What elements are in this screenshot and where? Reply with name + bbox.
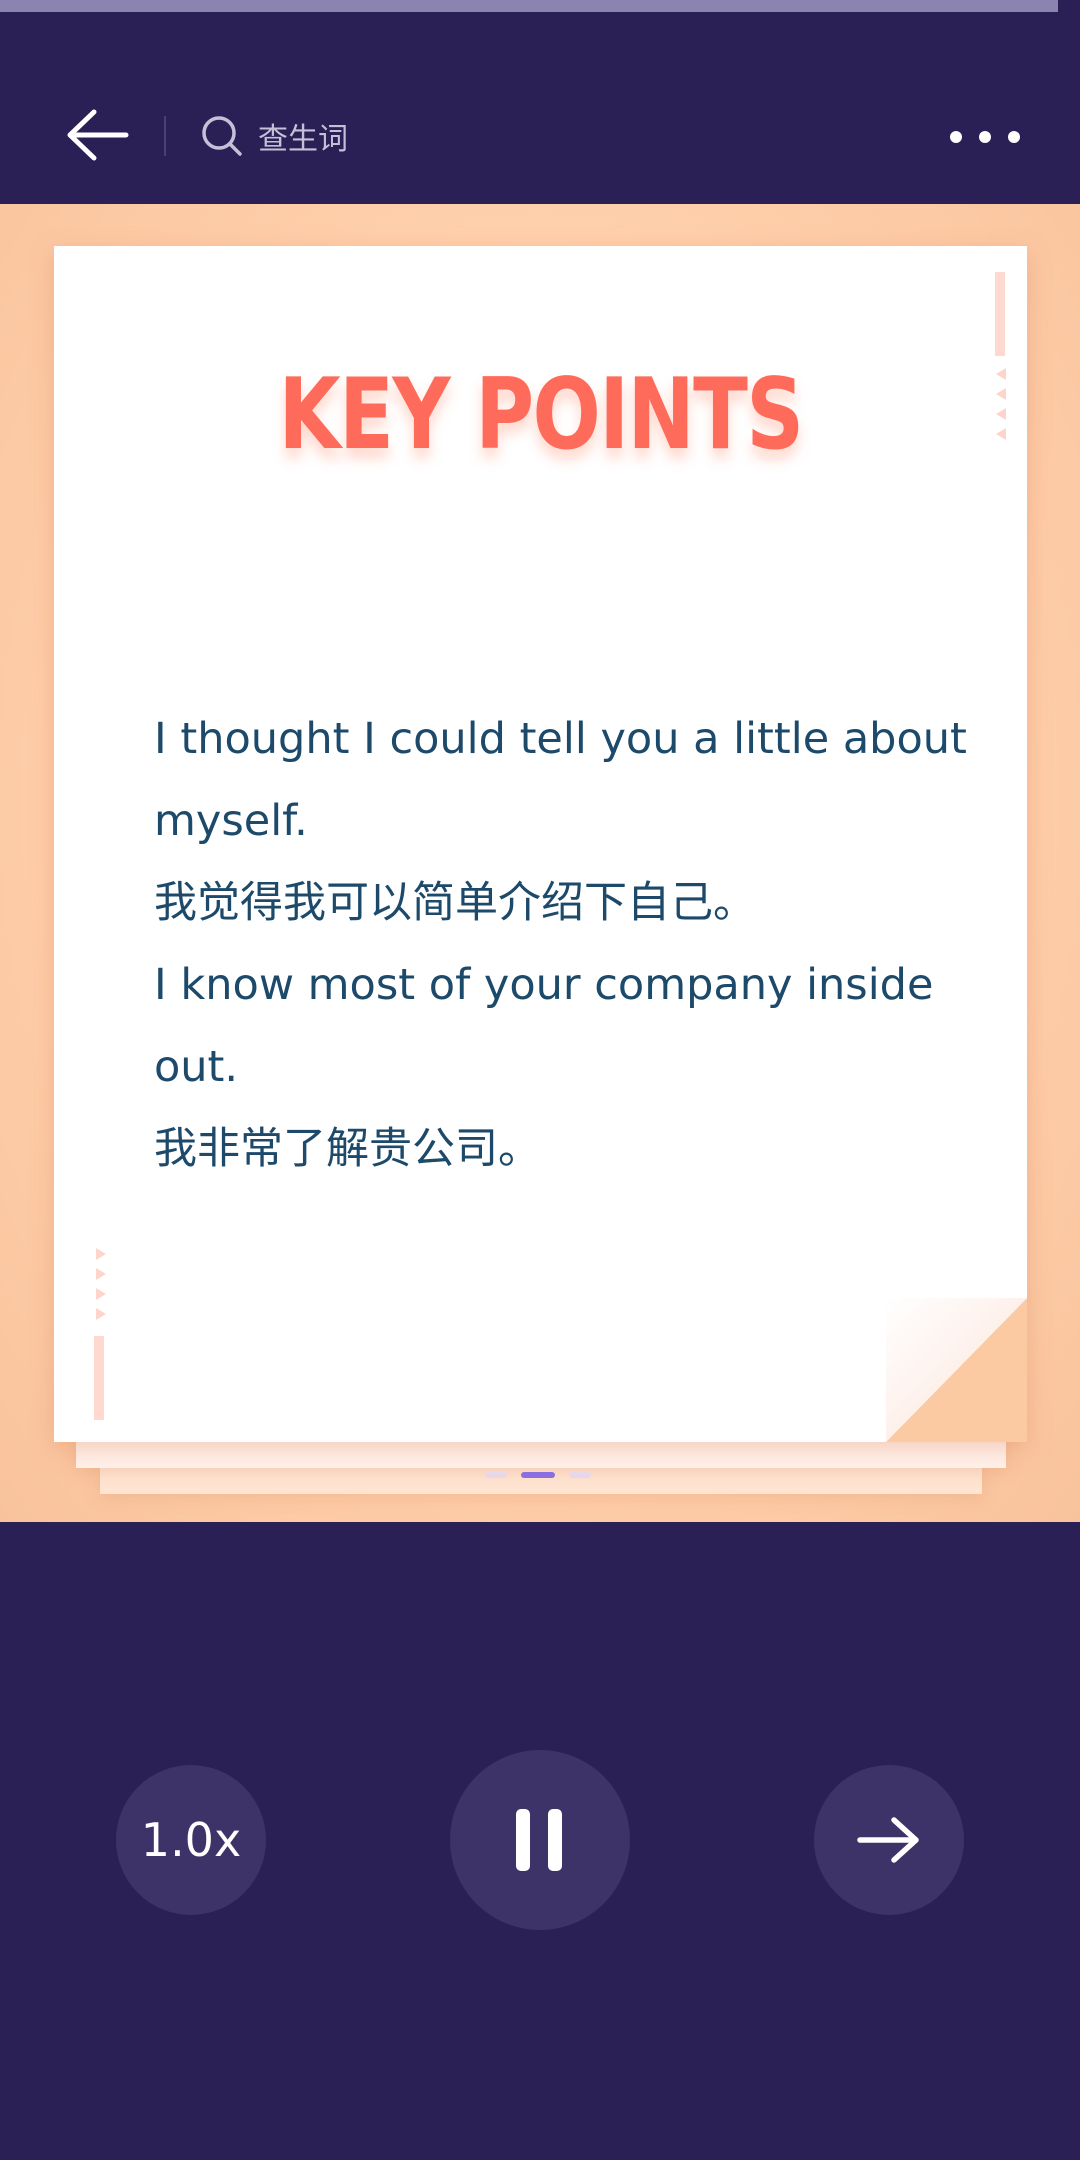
back-button[interactable] (64, 100, 134, 170)
header-divider (164, 116, 166, 156)
arrow-left-icon (67, 109, 129, 161)
more-options-button[interactable] (950, 112, 1020, 162)
next-button[interactable] (814, 1765, 964, 1915)
page-curl (886, 1298, 1027, 1442)
card-content: I thought I could tell you a little abou… (154, 698, 967, 1190)
playback-speed-label: 1.0x (140, 1813, 242, 1867)
card-title: KEY POINTS (278, 358, 804, 472)
more-dots-icon (979, 131, 991, 143)
page-dot-active (521, 1472, 555, 1478)
page-indicator (485, 1472, 595, 1480)
sentence-english[interactable]: out. (154, 1026, 954, 1108)
decorative-triangles (96, 1248, 106, 1320)
decorative-bar (94, 1336, 104, 1420)
sentence-translation: 我觉得我可以简单介绍下自己。 (154, 878, 756, 928)
pause-button[interactable] (450, 1750, 630, 1930)
progress-bar-fill (0, 0, 1059, 12)
page-dot (569, 1472, 591, 1478)
search-icon (202, 116, 242, 156)
more-dots-icon (950, 131, 962, 143)
sentence-english[interactable]: I thought I could tell you a little abou… (154, 698, 967, 780)
word-lookup-label: 查生词 (258, 122, 348, 157)
pause-icon (516, 1809, 562, 1871)
playback-speed-button[interactable]: 1.0x (116, 1765, 266, 1915)
sentence-translation: 我非常了解贵公司。 (154, 1124, 541, 1174)
progress-bar (0, 0, 1080, 12)
sentence-english[interactable]: I know most of your company inside (154, 944, 954, 1026)
decorative-bar (995, 272, 1005, 356)
more-dots-icon (1008, 131, 1020, 143)
word-lookup-button[interactable]: 查生词 (200, 104, 348, 168)
sentence-english[interactable]: myself. (154, 780, 954, 862)
arrow-right-icon (857, 1817, 919, 1863)
decorative-triangles (996, 368, 1006, 440)
top-bar (0, 12, 1080, 204)
page-dot (485, 1472, 507, 1478)
